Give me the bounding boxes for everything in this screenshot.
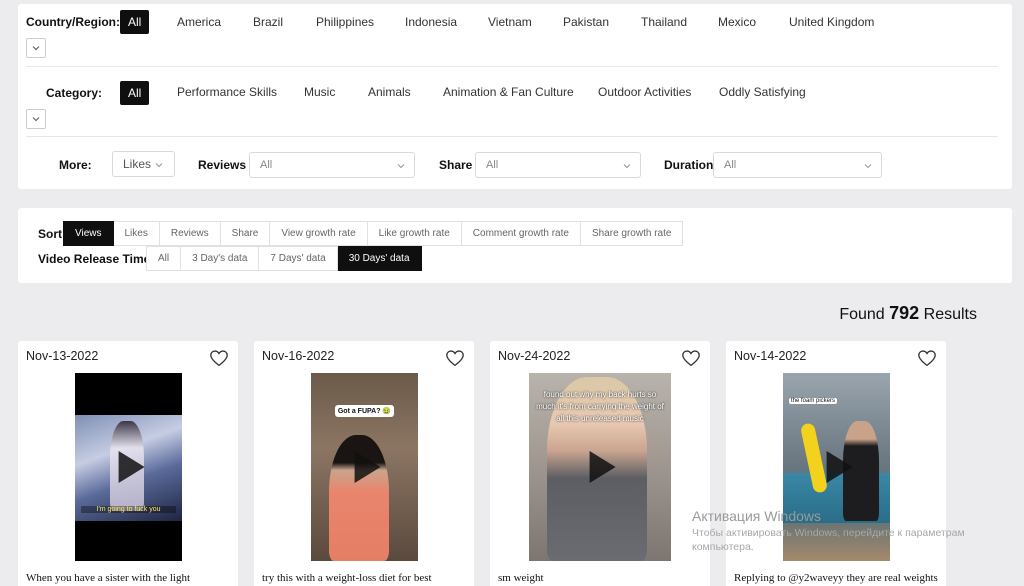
share-select-value: All xyxy=(486,159,499,171)
divider xyxy=(26,136,998,137)
video-card[interactable]: Nov-24-2022 found out why my back hurts … xyxy=(490,341,710,586)
category-all[interactable]: All xyxy=(120,81,150,105)
sort-views[interactable]: Views xyxy=(63,221,114,246)
play-icon[interactable] xyxy=(118,451,145,483)
heart-icon[interactable] xyxy=(917,349,937,367)
video-caption-overlay: found out why my back hurts so much it's… xyxy=(536,390,664,423)
video-card[interactable]: Nov-16-2022 Got a FUPA? 🤢 try this with … xyxy=(254,341,474,586)
sort-view-growth-rate[interactable]: View growth rate xyxy=(270,221,368,246)
sort-share-growth-rate[interactable]: Share growth rate xyxy=(580,221,684,246)
sort-likes[interactable]: Likes xyxy=(113,221,160,246)
play-icon[interactable] xyxy=(826,451,853,483)
share-label: Share xyxy=(439,158,473,172)
activation-watermark-line: Чтобы активировать Windows, перейдите к … xyxy=(692,527,965,539)
country-america[interactable]: America xyxy=(177,15,221,29)
sort-reviews[interactable]: Reviews xyxy=(159,221,221,246)
video-card[interactable]: Nov-13-2022 I'm going to fuck you When y… xyxy=(18,341,238,586)
release-30-days[interactable]: 30 Days' data xyxy=(337,246,422,271)
category-outdoor-activities[interactable]: Outdoor Activities xyxy=(598,85,691,99)
sort-comment-growth-rate[interactable]: Comment growth rate xyxy=(461,221,581,246)
category-label: Category: xyxy=(46,86,103,100)
category-expand-button[interactable] xyxy=(26,109,46,129)
play-icon[interactable] xyxy=(354,451,381,483)
release-time-label: Video Release Time xyxy=(38,252,151,266)
duration-select-value: All xyxy=(724,159,737,171)
country-vietnam[interactable]: Vietnam xyxy=(488,15,532,29)
video-description: When you have a sister with the light xyxy=(26,572,191,584)
category-performance-skills[interactable]: Performance Skills xyxy=(177,85,277,99)
release-time-options: All 3 Day's data 7 Days' data 30 Days' d… xyxy=(146,246,422,271)
activation-watermark-title: Активация Windows xyxy=(692,508,822,524)
chevron-down-icon xyxy=(397,164,405,169)
reviews-label: Reviews xyxy=(198,158,247,172)
category-music[interactable]: Music xyxy=(304,85,335,99)
country-label: Country/Region: xyxy=(26,15,120,29)
share-select[interactable]: All xyxy=(475,152,641,178)
activation-watermark-line: компьютера. xyxy=(692,541,754,553)
chevron-down-icon xyxy=(864,164,872,169)
divider xyxy=(26,66,998,67)
likes-select-value: Likes xyxy=(123,157,152,171)
country-brazil[interactable]: Brazil xyxy=(253,15,283,29)
video-date: Nov-16-2022 xyxy=(262,349,335,363)
results-suffix: Results xyxy=(923,306,977,323)
country-expand-button[interactable] xyxy=(26,38,46,58)
sort-share[interactable]: Share xyxy=(220,221,271,246)
duration-select[interactable]: All xyxy=(713,152,882,178)
reviews-select[interactable]: All xyxy=(249,152,415,178)
chevron-down-icon xyxy=(32,46,40,51)
country-pakistan[interactable]: Pakistan xyxy=(563,15,609,29)
category-animation-fan-culture[interactable]: Animation & Fan Culture xyxy=(443,85,574,99)
video-description: sm weight xyxy=(498,572,544,584)
chevron-down-icon xyxy=(32,117,40,122)
filter-panel: Country/Region: All America Brazil Phili… xyxy=(18,4,1012,189)
video-caption-overlay: I'm going to fuck you xyxy=(81,506,176,513)
results-count: Found 792 Results xyxy=(839,303,977,324)
video-caption-overlay: the foam pickers xyxy=(789,398,837,404)
video-thumbnail[interactable]: I'm going to fuck you xyxy=(75,373,182,561)
heart-icon[interactable] xyxy=(681,349,701,367)
country-united-kingdom[interactable]: United Kingdom xyxy=(789,15,874,29)
chevron-down-icon xyxy=(155,163,163,168)
chevron-down-icon xyxy=(623,164,631,169)
country-mexico[interactable]: Mexico xyxy=(718,15,756,29)
video-date: Nov-24-2022 xyxy=(498,349,571,363)
video-description: try this with a weight-loss diet for bes… xyxy=(262,572,432,584)
heart-icon[interactable] xyxy=(209,349,229,367)
sort-like-growth-rate[interactable]: Like growth rate xyxy=(367,221,462,246)
video-thumbnail[interactable]: Got a FUPA? 🤢 xyxy=(311,373,418,561)
category-oddly-satisfying[interactable]: Oddly Satisfying xyxy=(719,85,806,99)
category-animals[interactable]: Animals xyxy=(368,85,411,99)
reviews-select-value: All xyxy=(260,159,273,171)
activation-watermark-text: Чтобы активировать Windows, перейдите к … xyxy=(692,526,965,554)
heart-icon[interactable] xyxy=(445,349,465,367)
release-7-days[interactable]: 7 Days' data xyxy=(259,246,338,271)
video-date: Nov-13-2022 xyxy=(26,349,99,363)
duration-label: Duration xyxy=(664,158,714,172)
more-label: More: xyxy=(59,158,92,172)
sort-panel: Sort Views Likes Reviews Share View grow… xyxy=(18,208,1012,283)
sort-label: Sort xyxy=(38,227,62,241)
video-caption-overlay: Got a FUPA? 🤢 xyxy=(335,405,394,417)
release-all[interactable]: All xyxy=(146,246,182,271)
country-philippines[interactable]: Philippines xyxy=(316,15,374,29)
video-date: Nov-14-2022 xyxy=(734,349,807,363)
sort-options: Views Likes Reviews Share View growth ra… xyxy=(63,221,684,246)
country-indonesia[interactable]: Indonesia xyxy=(405,15,457,29)
video-description: Replying to @y2waveyy they are real weig… xyxy=(734,572,938,584)
results-prefix: Found xyxy=(839,306,885,323)
country-thailand[interactable]: Thailand xyxy=(641,15,687,29)
likes-select[interactable]: Likes xyxy=(112,151,175,177)
results-number: 792 xyxy=(889,303,920,323)
play-icon[interactable] xyxy=(589,451,616,483)
country-all[interactable]: All xyxy=(120,10,150,34)
video-thumbnail[interactable]: found out why my back hurts so much it's… xyxy=(529,373,671,561)
release-3-days[interactable]: 3 Day's data xyxy=(181,246,260,271)
